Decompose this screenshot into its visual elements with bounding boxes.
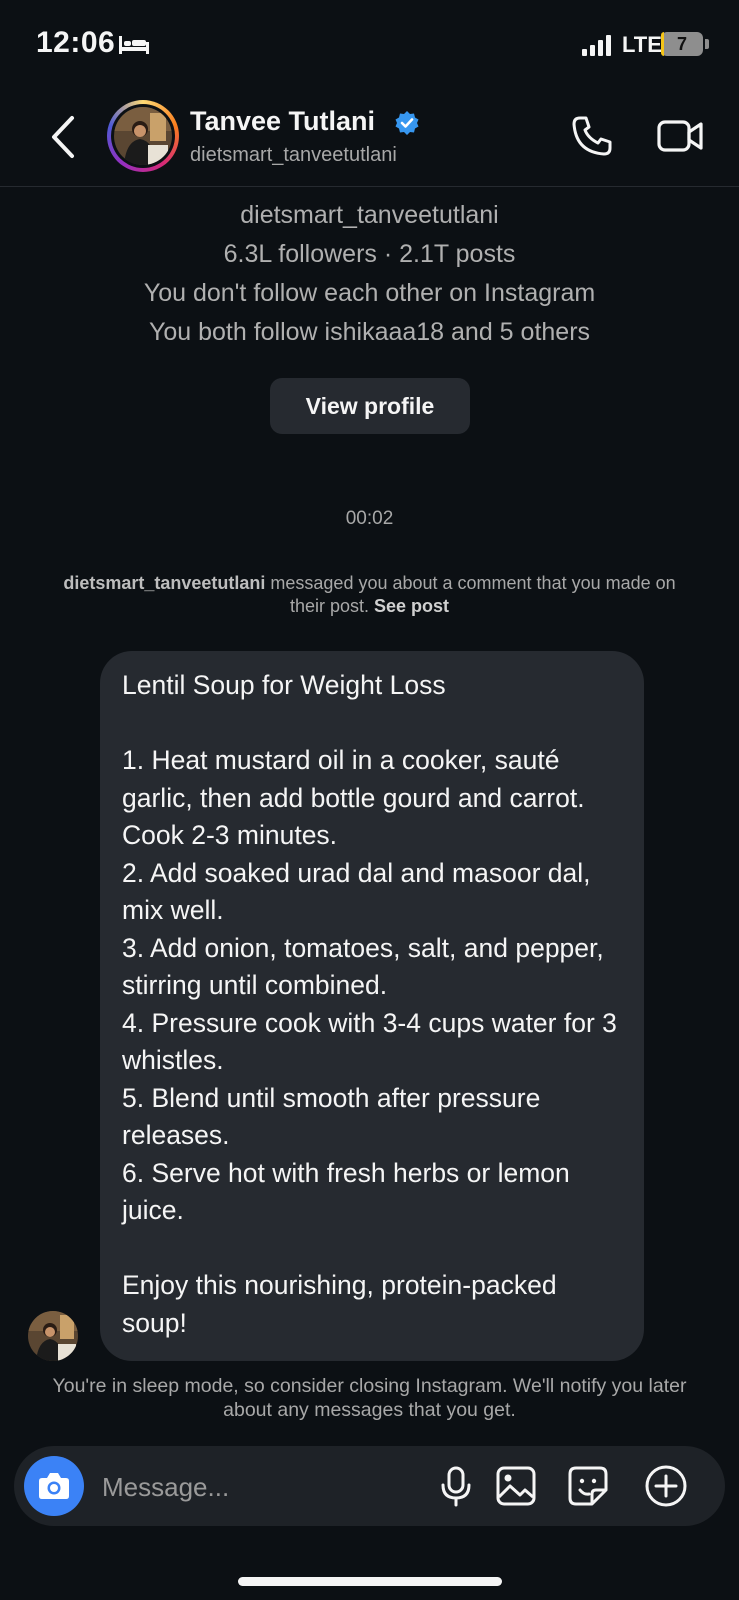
comment-context-note: dietsmart_tanveetutlani messaged you abo…: [60, 572, 679, 618]
avatar-photo: [114, 107, 172, 165]
message-input[interactable]: [100, 1464, 424, 1510]
battery-level: 7: [676, 34, 687, 54]
message-bubble[interactable]: Lentil Soup for Weight Loss 1. Heat must…: [100, 651, 644, 1361]
status-time: 12:06: [36, 26, 116, 59]
status-bar: 12:06 LTE 7: [0, 0, 739, 88]
profile-stats: 6.3L followers · 2.1T posts: [223, 240, 516, 268]
avatar-gap: [111, 104, 175, 168]
message-timestamp: 00:02: [345, 508, 394, 529]
message-composer: [14, 1446, 725, 1526]
sticker-icon[interactable]: [566, 1464, 610, 1508]
battery-tip: [705, 39, 709, 49]
plus-icon[interactable]: [644, 1464, 688, 1508]
profile-handle: dietsmart_tanveetutlani: [240, 201, 499, 229]
camera-icon: [39, 1473, 69, 1499]
microphone-icon[interactable]: [434, 1464, 478, 1508]
home-indicator[interactable]: [238, 1577, 502, 1586]
video-camera-icon[interactable]: [656, 114, 706, 158]
mutual-followers[interactable]: You both follow ishikaaa18 and 5 others: [0, 313, 739, 352]
back-chevron-icon[interactable]: [44, 112, 84, 162]
see-post-link[interactable]: See post: [374, 596, 449, 616]
contact-name[interactable]: Tanvee Tutlani: [190, 106, 375, 137]
battery-icon: 7: [661, 32, 703, 56]
gallery-icon[interactable]: [494, 1464, 538, 1508]
context-username[interactable]: dietsmart_tanveetutlani: [63, 573, 265, 593]
context-text: messaged you about a comment that you ma…: [265, 573, 676, 616]
thread-header: Tanvee Tutlani dietsmart_tanveetutlani: [0, 90, 739, 187]
message-text: Lentil Soup for Weight Loss 1. Heat must…: [122, 670, 617, 1338]
cellular-signal-icon: [582, 35, 611, 56]
dm-thread-screen: 12:06 LTE 7 Tanvee Tutlani dietsmart_tan…: [0, 0, 739, 1600]
network-type: LTE: [622, 32, 662, 57]
phone-icon[interactable]: [570, 114, 614, 158]
follow-status: You don't follow each other on Instagram: [143, 279, 596, 307]
contact-handle: dietsmart_tanveetutlani: [190, 144, 397, 166]
camera-button[interactable]: [24, 1456, 84, 1516]
sender-avatar[interactable]: [28, 1311, 78, 1361]
view-profile-button[interactable]: View profile: [270, 378, 470, 434]
verified-badge-icon: [395, 111, 419, 135]
profile-summary: dietsmart_tanveetutlani 6.3L followers ·…: [0, 196, 739, 352]
contact-avatar[interactable]: [107, 100, 179, 172]
sleep-bed-icon: [119, 36, 149, 54]
sleep-mode-note: You're in sleep mode, so consider closin…: [52, 1375, 687, 1421]
